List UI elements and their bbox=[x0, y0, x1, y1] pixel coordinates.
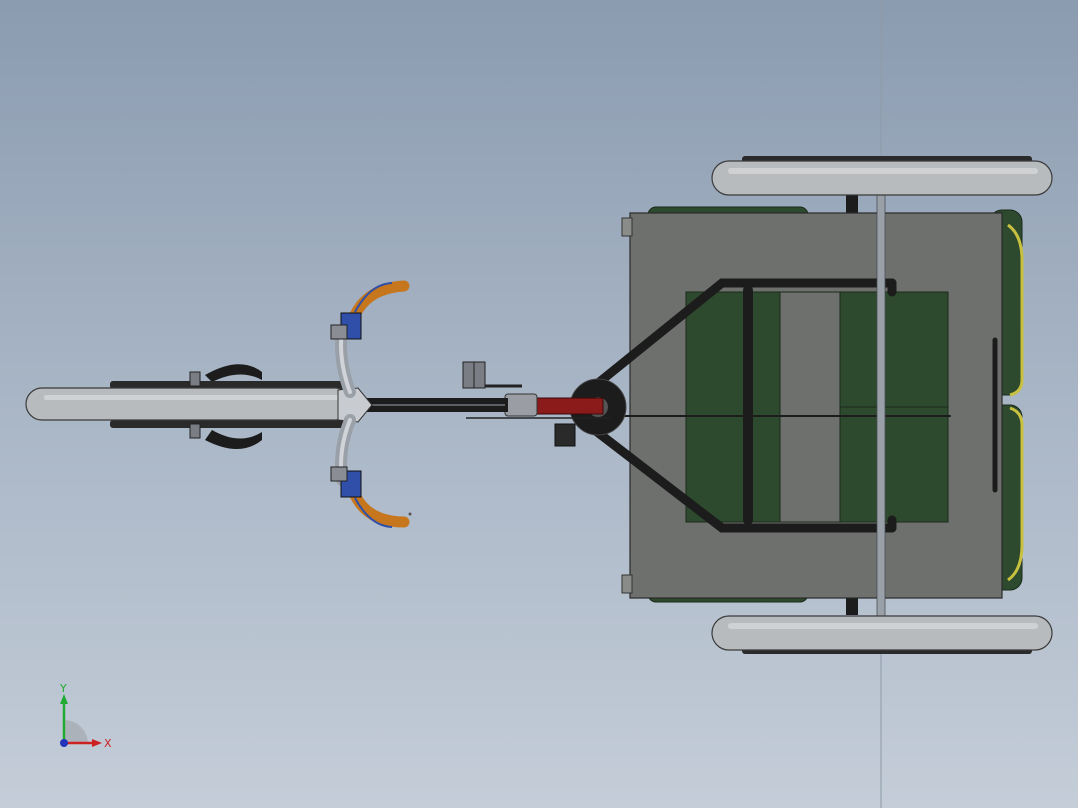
rear-axle[interactable] bbox=[876, 192, 886, 619]
coordinate-triad: Y X bbox=[59, 682, 112, 750]
graphics-viewport[interactable]: Y X bbox=[0, 0, 1078, 808]
y-axis-label: Y bbox=[59, 682, 67, 695]
rear-wheel-right[interactable] bbox=[711, 615, 1053, 654]
x-arrow-icon bbox=[92, 739, 102, 747]
seat-base[interactable] bbox=[685, 291, 949, 523]
tricycle-model-top-view[interactable] bbox=[0, 0, 1078, 808]
triad-arc bbox=[64, 720, 88, 743]
handlebar-right[interactable] bbox=[330, 414, 412, 528]
y-arrow-icon bbox=[60, 694, 68, 704]
handlebar-left[interactable] bbox=[330, 280, 410, 398]
rear-wheel-left[interactable] bbox=[711, 156, 1053, 196]
front-wheel[interactable] bbox=[25, 364, 352, 449]
rear-axle-stub-top bbox=[846, 195, 858, 215]
z-axis-icon bbox=[60, 739, 68, 747]
x-axis-label: X bbox=[104, 737, 112, 750]
